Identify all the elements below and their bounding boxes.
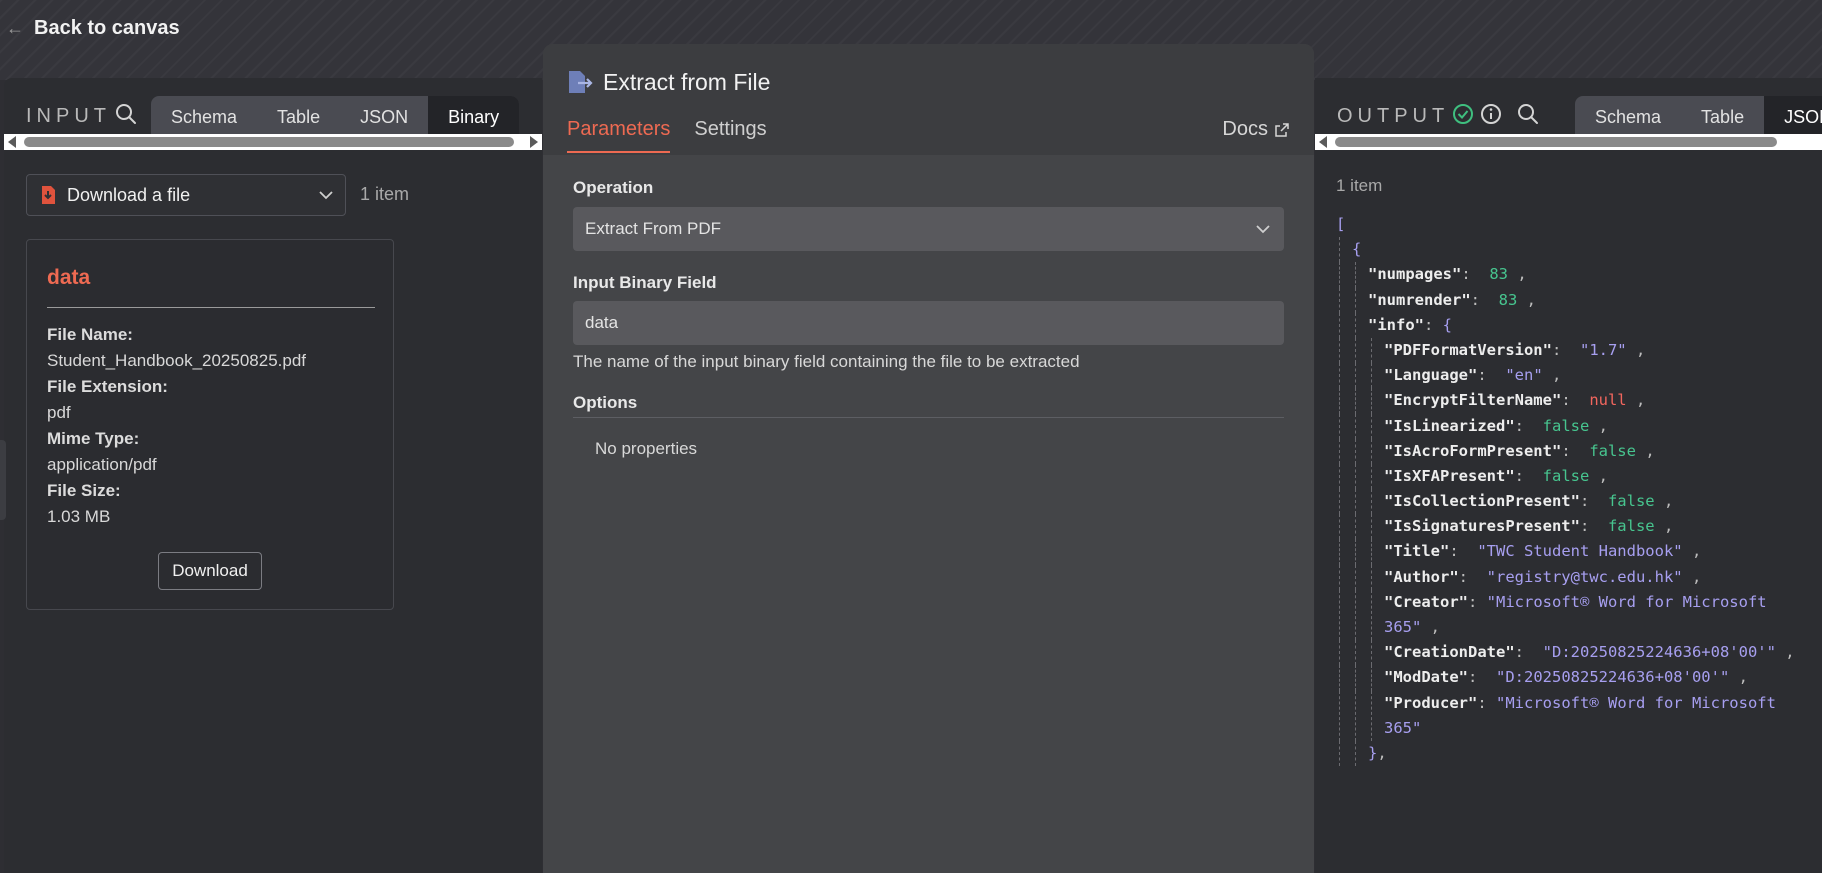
- search-icon[interactable]: [1516, 102, 1540, 126]
- json-line: "Title": "TWC Student Handbook" ,: [1336, 539, 1816, 565]
- scroll-right-icon[interactable]: [530, 136, 538, 148]
- modal-header: Extract from File Parameters Settings Do…: [543, 44, 1314, 155]
- operation-select[interactable]: Extract From PDF: [573, 207, 1284, 251]
- binary-metadata: File Name: Student_Handbook_20250825.pdf…: [47, 322, 306, 530]
- operation-label: Operation: [573, 178, 654, 197]
- input-node-select[interactable]: Download a file: [26, 174, 346, 216]
- back-to-canvas-label: Back to canvas: [34, 16, 180, 39]
- tab-settings[interactable]: Settings: [694, 118, 766, 153]
- divider: [573, 417, 1284, 418]
- file-name-value: Student_Handbook_20250825.pdf: [47, 351, 307, 370]
- json-line: "Author": "registry@twc.edu.hk" ,: [1336, 564, 1816, 590]
- node-settings-modal: Extract from File Parameters Settings Do…: [543, 44, 1314, 873]
- json-line: "CreationDate": "D:20250825224636+08'00'…: [1336, 640, 1816, 666]
- download-file-node-icon: [42, 186, 55, 204]
- input-binary-field-label: Input Binary Field: [573, 273, 717, 292]
- json-line: "PDFFormatVersion": "1.7" ,: [1336, 337, 1816, 364]
- tab-json[interactable]: JSON: [340, 96, 428, 136]
- scroll-left-icon[interactable]: [1319, 136, 1327, 148]
- file-name-key: File Name:: [47, 325, 133, 344]
- tab-schema[interactable]: Schema: [1575, 96, 1681, 136]
- output-panel-header: OUTPUT Schema Table JSON: [1315, 78, 1822, 136]
- input-item-count: 1 item: [360, 184, 410, 204]
- modal-tabs: Parameters Settings: [567, 118, 767, 153]
- chevron-down-icon: [1256, 225, 1270, 234]
- input-horizontal-scrollbar[interactable]: [4, 134, 542, 150]
- docs-link[interactable]: Docs: [1222, 118, 1290, 141]
- file-extension-key: File Extension:: [47, 377, 168, 396]
- json-line: "EncryptFilterName": null ,: [1336, 388, 1816, 414]
- tab-table[interactable]: Table: [1681, 96, 1764, 136]
- file-size-value: 1.03 MB: [47, 507, 111, 526]
- output-panel: OUTPUT Schema Table JSON 1 item [ { "num…: [1315, 78, 1822, 873]
- binary-data-card: data File Name: Student_Handbook_2025082…: [26, 239, 394, 610]
- json-viewer: [ { "numpages": 83 , "numrender": 83 , "…: [1336, 212, 1816, 767]
- output-horizontal-scrollbar[interactable]: [1315, 134, 1822, 150]
- json-line: "numpages": 83 ,: [1336, 262, 1816, 288]
- input-node-select-value: Download a file: [67, 184, 191, 205]
- tab-parameters[interactable]: Parameters: [567, 118, 671, 153]
- json-line: "Producer": "Microsoft® Word for Microso…: [1336, 690, 1816, 741]
- input-tabs: Schema Table JSON Binary: [151, 96, 520, 136]
- file-size-key: File Size:: [47, 481, 121, 500]
- docs-label: Docs: [1222, 118, 1268, 140]
- json-line: "info": {: [1336, 312, 1816, 338]
- json-line: "IsLinearized": false ,: [1336, 413, 1816, 439]
- chevron-down-icon: [319, 191, 333, 200]
- modal-title-text: Extract from File: [603, 68, 771, 95]
- binary-property-title: data: [47, 266, 91, 289]
- json-line: "ModDate": "D:20250825224636+08'00'" ,: [1336, 665, 1816, 691]
- json-line: "numrender": 83 ,: [1336, 287, 1816, 313]
- operation-value: Extract From PDF: [585, 219, 722, 238]
- info-icon[interactable]: [1479, 102, 1503, 126]
- tab-json[interactable]: JSON: [1764, 96, 1822, 136]
- no-properties-text: No properties: [595, 439, 698, 458]
- external-link-icon: [1275, 122, 1289, 137]
- success-check-icon: [1453, 104, 1473, 124]
- tab-binary[interactable]: Binary: [428, 96, 520, 136]
- json-line: [: [1336, 215, 1346, 233]
- json-line: "Language": "en" ,: [1336, 363, 1816, 389]
- json-line: "IsSignaturesPresent": false ,: [1336, 514, 1816, 540]
- json-line: "Creator": "Microsoft® Word for Microsof…: [1336, 589, 1816, 641]
- extract-file-icon: [569, 71, 593, 93]
- input-panel-label: INPUT: [26, 105, 111, 127]
- divider: [47, 307, 375, 308]
- json-line: "IsCollectionPresent": false ,: [1336, 489, 1816, 515]
- scrollbar-thumb[interactable]: [24, 137, 514, 147]
- download-button[interactable]: Download: [158, 552, 262, 590]
- scroll-left-icon[interactable]: [8, 136, 16, 148]
- json-line: },: [1336, 740, 1816, 767]
- output-panel-label: OUTPUT: [1337, 105, 1450, 127]
- file-extension-value: pdf: [47, 403, 71, 422]
- input-panel-header: INPUT Schema Table JSON Binary: [4, 78, 542, 136]
- json-line: {: [1336, 237, 1816, 263]
- modal-title: Extract from File: [565, 68, 770, 96]
- scrollbar-thumb[interactable]: [1335, 137, 1777, 147]
- search-icon[interactable]: [114, 102, 138, 126]
- input-binary-field-hint: The name of the input binary field conta…: [573, 352, 1080, 371]
- input-binary-field-input[interactable]: data: [573, 301, 1284, 345]
- output-item-count: 1 item: [1336, 176, 1383, 195]
- options-label: Options: [573, 393, 638, 412]
- mime-type-key: Mime Type:: [47, 429, 140, 448]
- arrow-left-icon: ←: [6, 17, 24, 38]
- input-panel: INPUT Schema Table JSON Binary Download …: [0, 78, 542, 873]
- mime-type-value: application/pdf: [47, 455, 157, 474]
- back-to-canvas-link[interactable]: ← Back to canvas: [6, 14, 180, 42]
- json-line: "IsXFAPresent": false ,: [1336, 463, 1816, 490]
- tab-schema[interactable]: Schema: [151, 96, 257, 136]
- panel-resize-handle[interactable]: [0, 440, 6, 520]
- json-line: "IsAcroFormPresent": false ,: [1336, 438, 1816, 464]
- output-tabs: Schema Table JSON: [1575, 96, 1822, 136]
- tab-table[interactable]: Table: [257, 96, 340, 136]
